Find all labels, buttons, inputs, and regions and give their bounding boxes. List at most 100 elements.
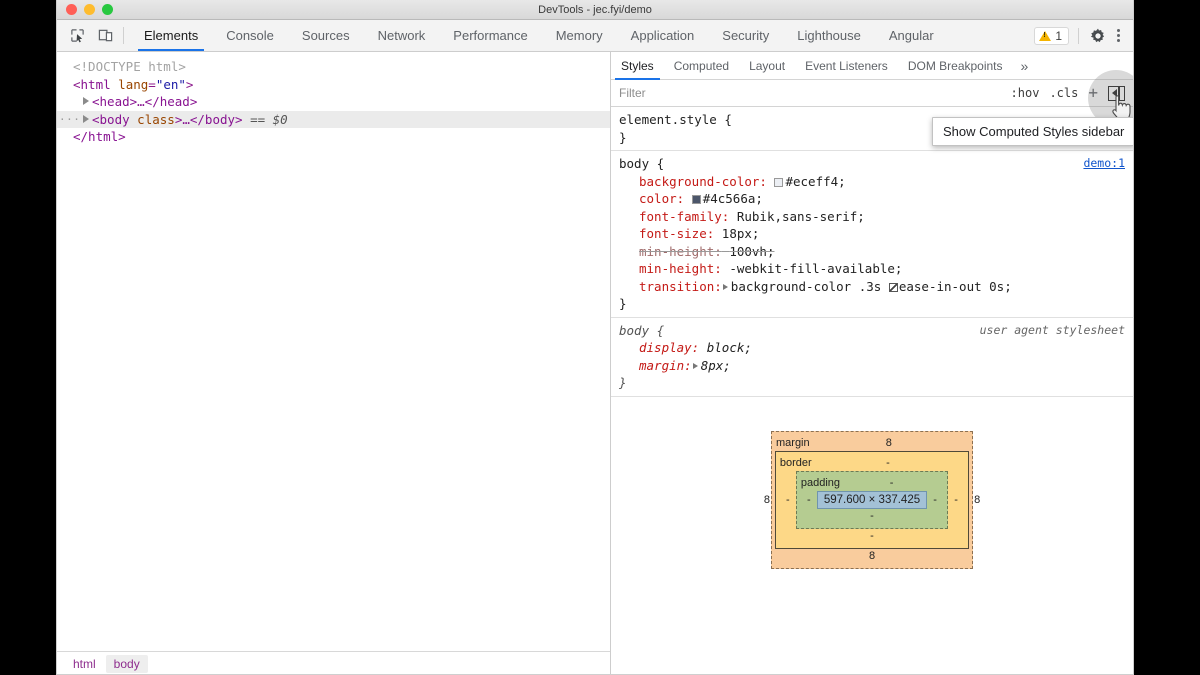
breadcrumb-item-html[interactable]: html [65,655,104,673]
border-right-value[interactable]: - [948,494,964,506]
tab-layout[interactable]: Layout [739,52,795,79]
expand-shorthand-icon[interactable] [722,283,728,290]
padding-bottom-value[interactable]: - [801,509,943,524]
dom-row[interactable]: </html> [57,128,610,146]
tab-styles[interactable]: Styles [611,52,664,80]
declaration-color[interactable]: color: #4c566a; [619,190,1133,208]
tab-label: Angular [888,28,934,43]
expand-shorthand-icon[interactable] [692,362,698,369]
box-model-border[interactable]: border - - padding - - 597.600 × 337.425… [774,450,970,549]
property-name[interactable]: min-height: [639,244,722,259]
property-value[interactable]: 100vh; [729,244,774,259]
tab-event-listeners[interactable]: Event Listeners [795,52,898,79]
property-value[interactable]: -webkit-fill-available; [729,261,902,276]
declaration-font-family[interactable]: font-family: Rubik,sans-serif; [619,208,1133,226]
body-open-tag: <body [92,111,130,127]
hov-button[interactable]: :hov [1011,86,1040,100]
tab-console[interactable]: Console [212,20,288,51]
filter-input[interactable]: Filter [611,86,1011,100]
box-model-section: margin 8 8 border - - padding - - 597.60… [611,396,1133,674]
declaration-min-height[interactable]: min-height: -webkit-fill-available; [619,260,1133,278]
box-model-margin[interactable]: margin 8 8 border - - padding - - 597.60… [764,430,980,569]
margin-right-value[interactable]: 8 [969,494,985,506]
margin-top-value[interactable]: 8 [810,437,968,449]
box-model-border-top-row: border - [780,456,964,471]
declaration-font-size[interactable]: font-size: 18px; [619,225,1133,243]
expand-triangle-icon[interactable] [83,114,89,123]
dom-row-selected[interactable]: ··· <body class>…</body> == $0 [57,110,610,129]
border-top-value[interactable]: - [812,457,964,469]
border-left-value[interactable]: - [780,494,796,506]
tab-lighthouse[interactable]: Lighthouse [783,20,875,51]
property-name[interactable]: background-color: [639,174,767,189]
property-value[interactable]: #4c566a; [703,191,763,206]
dom-row[interactable]: <!DOCTYPE html> [57,58,610,76]
padding-top-value[interactable]: - [840,477,943,489]
padding-right-value[interactable]: - [927,494,943,506]
dom-row[interactable]: <head>…</head> [57,93,610,111]
stylesheet-origin-link[interactable]: demo:1 [1083,155,1125,173]
declaration-min-height-overridden[interactable]: min-height: 100vh; [619,243,1133,261]
color-swatch[interactable] [691,195,701,204]
declaration-display: display: block; [619,339,1133,357]
html-close-tag: </html> [73,129,126,144]
cls-button[interactable]: .cls [1049,86,1078,100]
dom-row[interactable]: <html lang="en"> [57,76,610,94]
tab-dom-breakpoints[interactable]: DOM Breakpoints [898,52,1013,79]
close-window-button[interactable] [66,4,77,15]
minimize-window-button[interactable] [84,4,95,15]
declaration-transition[interactable]: transition: background-color .3s ease-in-… [619,278,1133,296]
color-swatch[interactable] [774,177,784,187]
box-model-content-size[interactable]: 597.600 × 337.425 [816,490,928,509]
tab-performance[interactable]: Performance [439,20,541,51]
tab-label: Sources [301,28,350,43]
rule-selector[interactable]: body { [619,155,1133,173]
toolbar-divider [1078,27,1079,44]
traffic-lights [57,4,113,15]
tab-label: Elements [144,28,199,43]
property-name[interactable]: transition: [639,279,722,294]
warning-triangle-icon [1039,30,1052,41]
kebab-menu-icon[interactable] [1110,29,1127,42]
warning-count-badge[interactable]: 1 [1034,26,1069,45]
border-bottom-value[interactable]: - [780,529,964,544]
show-computed-styles-sidebar-button[interactable] [1108,85,1125,101]
tab-computed[interactable]: Computed [664,52,739,79]
property-value[interactable]: Rubik,sans-serif; [737,209,865,224]
tab-memory[interactable]: Memory [542,20,617,51]
css-rule-body-author[interactable]: demo:1 body { background-color: #eceff4;… [611,151,1133,318]
styles-filter-bar: Filter :hov .cls + [611,80,1133,107]
property-name[interactable]: font-size: [639,226,714,241]
css-rule-body-user-agent[interactable]: user agent stylesheet body { display: bl… [611,318,1133,397]
tab-elements[interactable]: Elements [130,20,212,51]
property-name[interactable]: font-family: [639,209,729,224]
declaration-background-color[interactable]: background-color: #eceff4; [619,173,1133,191]
more-tabs-chevron-icon[interactable]: » [1013,52,1037,79]
breadcrumb-item-body[interactable]: body [105,654,148,673]
filter-action-buttons: :hov .cls + [1011,85,1133,101]
tab-sources[interactable]: Sources [288,20,364,51]
tab-angular[interactable]: Angular [875,20,948,51]
row-more-dots[interactable]: ··· [59,111,80,129]
padding-left-value[interactable]: - [801,494,817,506]
bezier-curve-icon[interactable] [888,282,898,292]
margin-bottom-value[interactable]: 8 [776,549,968,564]
gear-icon[interactable] [1088,26,1108,46]
new-style-rule-button[interactable]: + [1088,85,1098,101]
device-toolbar-icon[interactable] [95,26,115,46]
property-value-part1: background-color .3s [730,278,889,294]
tab-application[interactable]: Application [617,20,709,51]
zoom-window-button[interactable] [102,4,113,15]
margin-left-value[interactable]: 8 [759,494,775,506]
property-name[interactable]: color: [639,191,684,206]
box-model-padding[interactable]: padding - - 597.600 × 337.425 - - [795,470,949,529]
expand-triangle-icon[interactable] [83,97,89,105]
tab-security[interactable]: Security [708,20,783,51]
property-name[interactable]: min-height: [639,261,722,276]
property-value[interactable]: #eceff4; [785,174,845,189]
property-value[interactable]: 18px; [722,226,760,241]
selected-node-marker: == $0 [250,111,288,127]
tab-network[interactable]: Network [364,20,440,51]
inspect-element-icon[interactable] [67,26,87,46]
dom-tree[interactable]: <!DOCTYPE html> <html lang="en"> <head>…… [57,52,610,651]
